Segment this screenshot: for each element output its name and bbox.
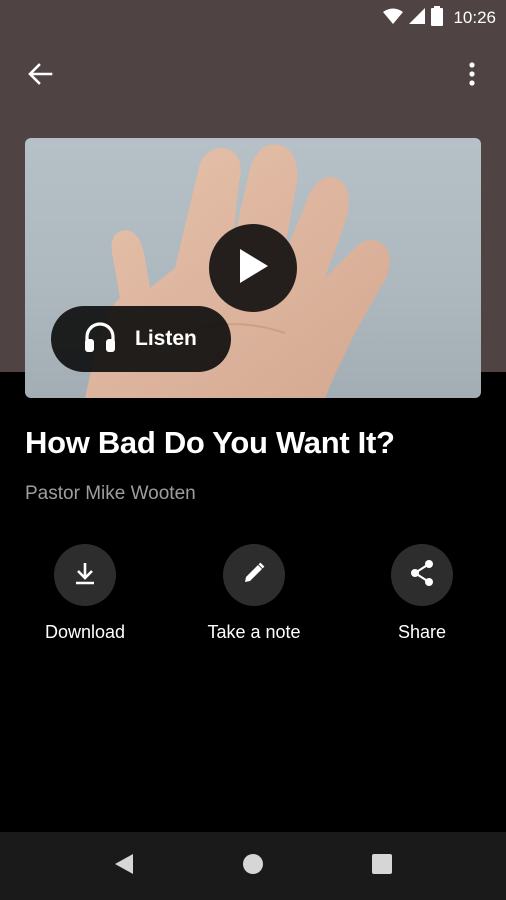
- take-note-button[interactable]: Take a note: [184, 544, 324, 654]
- square-recents-icon: [371, 853, 392, 879]
- take-note-label: Take a note: [207, 622, 301, 642]
- sermon-title: How Bad Do You Want It?: [25, 425, 395, 460]
- download-circle: [54, 544, 116, 606]
- status-icons: 10:26: [383, 5, 496, 31]
- nav-back-button[interactable]: [100, 842, 148, 890]
- listen-label: Listen: [135, 327, 197, 350]
- cell-signal-icon: [409, 7, 426, 29]
- arrow-left-icon: [27, 62, 53, 91]
- listen-button[interactable]: Listen: [51, 306, 231, 372]
- download-icon: [72, 560, 98, 591]
- triangle-back-icon: [113, 852, 135, 881]
- nav-home-button[interactable]: [229, 842, 277, 890]
- wifi-icon: [383, 8, 404, 29]
- more-options-button[interactable]: [454, 58, 490, 94]
- headphones-icon: [83, 321, 117, 358]
- more-vert-icon: [469, 61, 475, 91]
- sermon-speaker: Pastor Mike Wooten: [25, 483, 196, 504]
- back-button[interactable]: [22, 58, 58, 94]
- share-button[interactable]: Share: [352, 544, 492, 654]
- sermon-artwork: Listen: [25, 138, 481, 398]
- share-label: Share: [397, 622, 447, 642]
- pencil-icon: [241, 560, 267, 591]
- circle-home-icon: [242, 853, 264, 880]
- download-label: Download: [44, 622, 126, 642]
- play-icon: [236, 247, 270, 290]
- nav-recents-button[interactable]: [358, 842, 406, 890]
- download-button[interactable]: Download: [15, 544, 155, 654]
- status-bar: 10:26: [0, 0, 506, 36]
- play-button[interactable]: [209, 224, 297, 312]
- system-navigation-bar: [0, 832, 506, 900]
- status-time: 10:26: [453, 8, 496, 27]
- battery-icon: [431, 5, 444, 31]
- take-note-circle: [223, 544, 285, 606]
- share-circle: [391, 544, 453, 606]
- share-icon: [408, 559, 436, 592]
